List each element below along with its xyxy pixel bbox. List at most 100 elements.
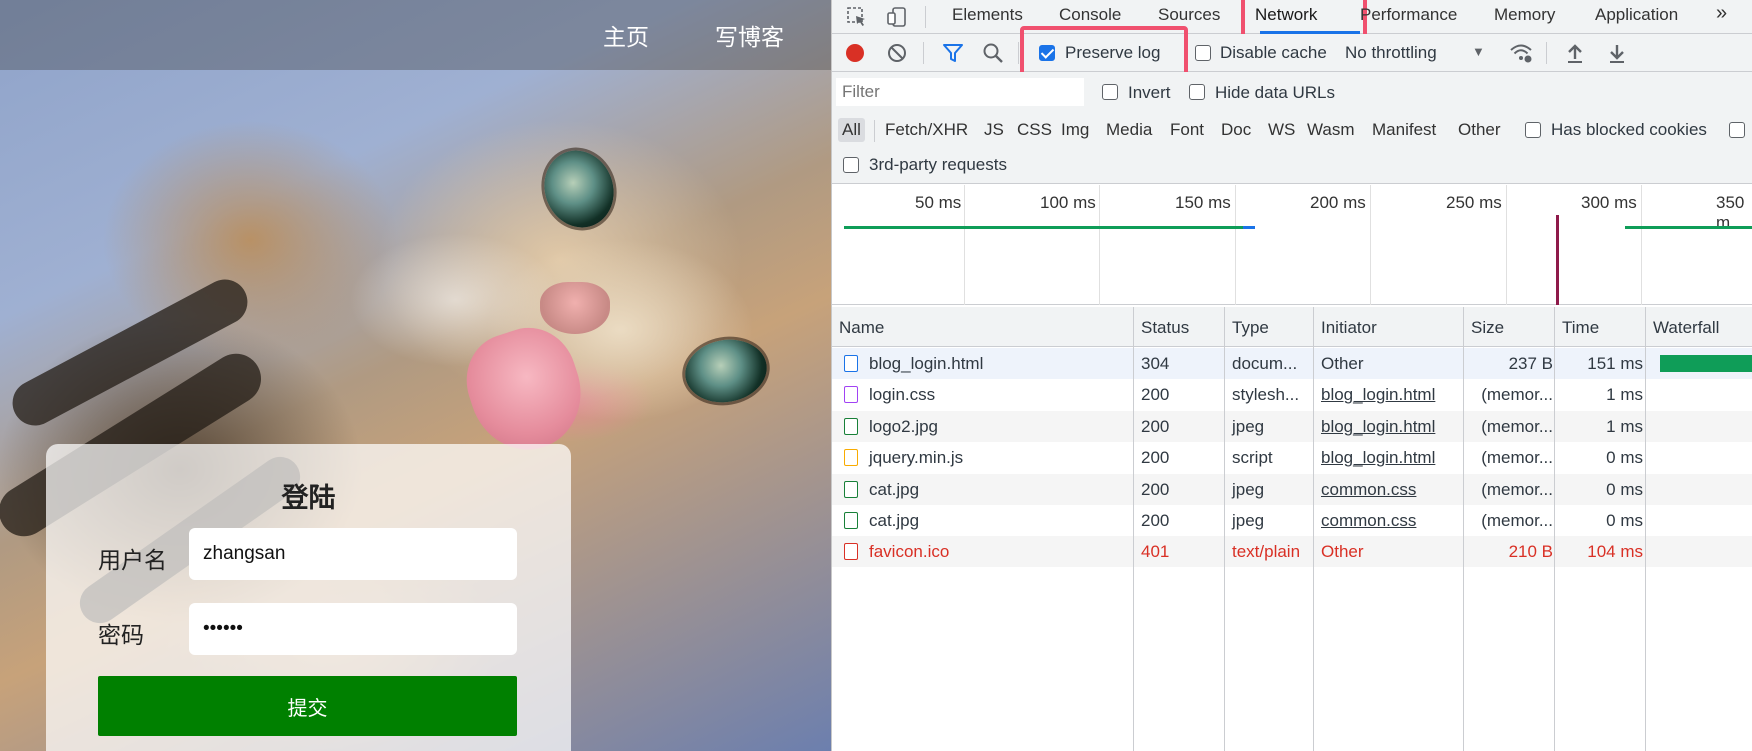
request-initiator: Other <box>1321 354 1364 373</box>
table-row[interactable]: cat.jpg 200 jpeg common.css (memor... 0 ms <box>832 473 1752 505</box>
third-party-checkbox[interactable] <box>843 157 859 173</box>
blocked-requests-checkbox[interactable] <box>1729 122 1745 138</box>
type-img[interactable]: Img <box>1057 118 1093 142</box>
request-initiator[interactable]: common.css <box>1321 511 1416 531</box>
clear-icon[interactable] <box>884 40 910 66</box>
load-event-marker <box>1556 215 1559 305</box>
column-size[interactable]: Size <box>1471 318 1504 338</box>
request-initiator[interactable]: blog_login.html <box>1321 448 1435 468</box>
inspect-element-icon[interactable] <box>844 4 870 30</box>
import-har-icon[interactable] <box>1562 40 1588 66</box>
type-ws[interactable]: WS <box>1264 118 1299 142</box>
record-icon[interactable] <box>842 40 868 66</box>
has-blocked-cookies-label: Has blocked cookies <box>1551 120 1707 139</box>
filter-icon[interactable] <box>940 40 966 66</box>
table-row[interactable]: cat.jpg 200 jpeg common.css (memor... 0 ms <box>832 505 1752 536</box>
request-status: 304 <box>1141 354 1170 373</box>
timeline-request-bar <box>844 226 1254 229</box>
nav-write-blog-link[interactable]: 写博客 <box>715 18 784 52</box>
preserve-log-checkbox[interactable] <box>1039 45 1055 61</box>
request-initiator[interactable]: blog_login.html <box>1321 417 1435 437</box>
request-name: jquery.min.js <box>869 448 964 468</box>
password-input[interactable] <box>189 603 517 655</box>
more-tabs-icon[interactable]: » <box>1716 2 1727 25</box>
column-name[interactable]: Name <box>839 318 884 338</box>
column-type[interactable]: Type <box>1232 318 1269 338</box>
chevron-down-icon[interactable]: ▼ <box>1472 44 1485 59</box>
request-time: 151 ms <box>1587 354 1643 373</box>
table-row[interactable]: favicon.ico 401 text/plain Other 210 B 104 ms <box>832 536 1752 568</box>
request-size: (memor... <box>1481 448 1553 468</box>
blog-login-page: 主页 写博客 登陆 用户名 密码 提交 <box>0 0 831 751</box>
tab-console[interactable]: Console <box>1059 5 1121 25</box>
type-wasm[interactable]: Wasm <box>1303 118 1359 142</box>
type-other[interactable]: Other <box>1454 118 1505 142</box>
throttling-select[interactable]: No throttling <box>1345 43 1437 63</box>
export-har-icon[interactable] <box>1604 40 1630 66</box>
table-row[interactable]: logo2.jpg 200 jpeg blog_login.html (memor...… <box>832 410 1752 442</box>
column-initiator[interactable]: Initiator <box>1321 318 1377 338</box>
disable-cache-checkbox[interactable] <box>1195 45 1211 61</box>
type-font[interactable]: Font <box>1166 118 1208 142</box>
submit-button[interactable]: 提交 <box>98 676 517 736</box>
resource-type-filter: All Fetch/XHR JS CSS Img Media Font Doc … <box>832 112 1752 148</box>
timeline-gridline <box>964 185 965 305</box>
table-row[interactable]: login.css 200 stylesh... blog_login.html (me… <box>832 379 1752 410</box>
has-blocked-cookies-checkbox[interactable] <box>1525 122 1541 138</box>
type-all[interactable]: All <box>838 118 865 142</box>
table-row[interactable]: blog_login.html 304 docum... Other 237 B 151 … <box>832 348 1752 379</box>
timeline-request-bar <box>1625 226 1752 229</box>
request-status: 200 <box>1141 385 1170 405</box>
type-doc[interactable]: Doc <box>1217 118 1255 142</box>
column-waterfall[interactable]: Waterfall <box>1653 318 1719 338</box>
requests-table-header: Name Status Type Initiator Size Time Wat… <box>832 307 1752 347</box>
request-status: 200 <box>1141 479 1170 499</box>
tab-elements[interactable]: Elements <box>952 5 1023 25</box>
timeline-tick-label: 150 ms <box>1175 193 1231 212</box>
timeline-download-bar <box>1243 226 1255 229</box>
type-manifest[interactable]: Manifest <box>1368 118 1440 142</box>
tab-performance[interactable]: Performance <box>1360 5 1457 25</box>
tab-sources[interactable]: Sources <box>1158 5 1220 25</box>
request-size: (memor... <box>1481 479 1553 499</box>
request-name: cat.jpg <box>869 479 920 499</box>
column-divider <box>1313 307 1314 751</box>
nav-home-link[interactable]: 主页 <box>603 18 649 52</box>
network-toolbar: Preserve log Disable cache No throttling… <box>832 26 1752 78</box>
invert-checkbox[interactable] <box>1102 84 1118 100</box>
timeline-overview[interactable]: 50 ms 100 ms 150 ms 200 ms 250 ms 300 ms… <box>832 185 1752 305</box>
request-initiator[interactable]: common.css <box>1321 480 1416 500</box>
request-size: (memor... <box>1481 416 1553 436</box>
timeline-gridline <box>1370 185 1371 305</box>
column-status[interactable]: Status <box>1141 318 1189 338</box>
username-input[interactable] <box>189 528 517 580</box>
type-js[interactable]: JS <box>980 118 1008 142</box>
top-nav: 主页 写博客 <box>0 0 831 70</box>
request-type: text/plain <box>1232 542 1301 562</box>
request-type: script <box>1232 448 1273 468</box>
toolbar-separator <box>923 42 924 64</box>
type-media[interactable]: Media <box>1102 118 1156 142</box>
login-title: 登陆 <box>281 483 336 513</box>
password-label: 密码 <box>98 622 144 648</box>
request-initiator[interactable]: blog_login.html <box>1321 385 1435 405</box>
tab-application[interactable]: Application <box>1595 5 1678 25</box>
toolbar-separator <box>874 120 875 142</box>
tab-memory[interactable]: Memory <box>1494 5 1555 25</box>
request-time: 1 ms <box>1606 416 1643 436</box>
search-icon[interactable] <box>980 40 1006 66</box>
timeline-tick-label: 50 ms <box>915 193 962 212</box>
cat-eye-left <box>533 140 625 238</box>
type-css[interactable]: CSS <box>1013 118 1056 142</box>
file-icon <box>844 543 858 561</box>
request-status: 200 <box>1141 448 1170 468</box>
filter-input[interactable] <box>836 78 1084 106</box>
image-icon <box>844 417 858 435</box>
table-row[interactable]: jquery.min.js 200 script blog_login.html (me… <box>832 442 1752 473</box>
hide-data-urls-checkbox[interactable] <box>1189 84 1205 100</box>
network-conditions-icon[interactable] <box>1508 40 1534 66</box>
column-time[interactable]: Time <box>1562 318 1599 338</box>
request-time: 0 ms <box>1606 511 1643 530</box>
device-toolbar-icon[interactable] <box>884 4 910 30</box>
type-fetch-xhr[interactable]: Fetch/XHR <box>881 118 972 142</box>
